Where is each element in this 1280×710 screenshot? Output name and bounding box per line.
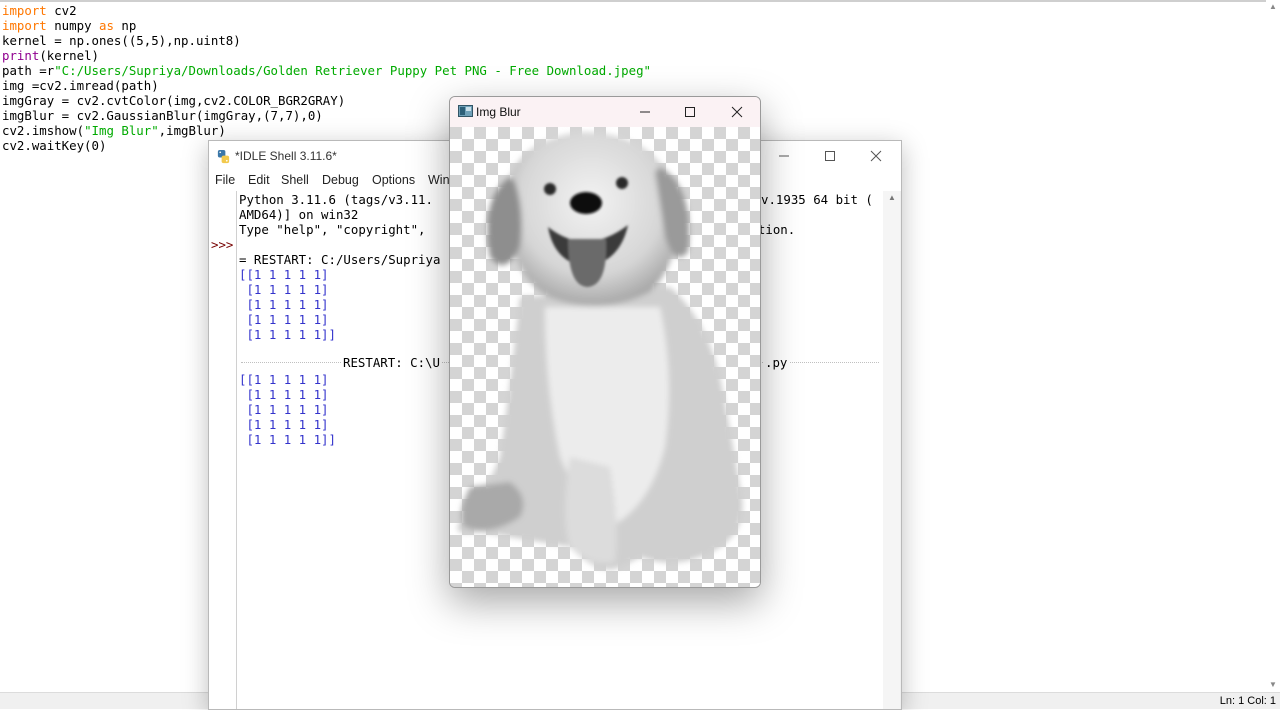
shell-line-text: [1 1 1 1 1] bbox=[239, 297, 329, 312]
code-token: ,imgBlur) bbox=[158, 123, 226, 138]
code-token: np bbox=[113, 18, 137, 33]
shell-prompt-gutter: >>> bbox=[209, 191, 237, 709]
shell-title: *IDLE Shell 3.11.6* bbox=[235, 149, 337, 163]
code-line: kernel = np.ones((5,5),np.uint8) bbox=[2, 33, 651, 48]
restart-line-tail: .py bbox=[763, 355, 790, 370]
maximize-button[interactable] bbox=[667, 97, 713, 127]
code-token: "C:/Users/Supriya/Downloads/Golden Retri… bbox=[54, 63, 652, 78]
code-token: as bbox=[98, 18, 114, 33]
close-icon bbox=[731, 106, 743, 118]
shell-line: Python 3.11.6 (tags/v3.11. v.1935 64 bit … bbox=[239, 192, 873, 207]
code-line: import cv2 bbox=[2, 3, 651, 18]
maximize-button[interactable] bbox=[807, 141, 853, 171]
close-button[interactable] bbox=[853, 141, 899, 171]
scroll-up-arrow-icon[interactable]: ▲ bbox=[888, 193, 896, 202]
code-token: imgGray = cv2.cvtColor(img,cv2.COLOR_BGR… bbox=[2, 93, 346, 108]
menu-edit[interactable]: Edit bbox=[248, 173, 270, 187]
shell-line-text: [[1 1 1 1 1] bbox=[239, 267, 329, 282]
minimize-button[interactable] bbox=[761, 141, 807, 171]
blurred-puppy-image bbox=[450, 127, 760, 587]
close-icon bbox=[870, 150, 882, 162]
shell-line-tail: v.1935 64 bit ( bbox=[761, 192, 873, 207]
shell-line-text: [1 1 1 1 1] bbox=[239, 417, 329, 432]
maximize-icon bbox=[825, 151, 835, 161]
close-button[interactable] bbox=[714, 97, 760, 127]
shell-line: [1 1 1 1 1]] bbox=[239, 432, 440, 447]
code-token: kernel = np.ones((5,5),np.uint8) bbox=[2, 33, 241, 48]
minimize-icon bbox=[779, 155, 789, 157]
menu-file[interactable]: File bbox=[215, 173, 235, 187]
shell-line-text: Python 3.11.6 (tags/v3.11. bbox=[239, 192, 433, 207]
shell-line-text: [1 1 1 1 1] bbox=[239, 312, 329, 327]
shell-line: AMD64)] on win32 bbox=[239, 207, 440, 222]
code-line: print(kernel) bbox=[2, 48, 651, 63]
shell-scrollbar[interactable] bbox=[883, 191, 900, 709]
shell-line-text: [[1 1 1 1 1] bbox=[239, 372, 329, 387]
shell-line-text: [1 1 1 1 1]] bbox=[239, 432, 336, 447]
shell-line: [[1 1 1 1 1] bbox=[239, 372, 440, 387]
code-token: imgBlur = cv2.GaussianBlur(imgGray,(7,7)… bbox=[2, 108, 323, 123]
shell-line: [1 1 1 1 1] bbox=[239, 297, 440, 312]
blur-title: Img Blur bbox=[476, 105, 521, 119]
code-token: cv2 bbox=[46, 3, 77, 18]
code-token: cv2.imshow( bbox=[2, 123, 85, 138]
shell-line-text: [1 1 1 1 1] bbox=[239, 282, 329, 297]
code-token: cv2.waitKey(0) bbox=[2, 138, 107, 153]
shell-line-text: [1 1 1 1 1] bbox=[239, 402, 329, 417]
code-token: print bbox=[2, 48, 40, 63]
code-token: import bbox=[2, 3, 47, 18]
shell-line: [1 1 1 1 1]] bbox=[239, 327, 440, 342]
shell-line: [1 1 1 1 1] bbox=[239, 387, 440, 402]
shell-line: Type "help", "copyright", mation. bbox=[239, 222, 795, 237]
code-token: img =cv2.imread(path) bbox=[2, 78, 159, 93]
restart-line: RESTART: C:\U bbox=[341, 355, 442, 370]
editor-top-border bbox=[0, 0, 1266, 2]
img-blur-window: Img Blur bbox=[449, 96, 761, 588]
shell-prompt: >>> bbox=[211, 237, 234, 252]
shell-line: [[1 1 1 1 1] bbox=[239, 267, 440, 282]
blur-titlebar[interactable]: Img Blur bbox=[450, 97, 760, 127]
code-line: img =cv2.imread(path) bbox=[2, 78, 651, 93]
shell-line-text: [1 1 1 1 1]] bbox=[239, 327, 336, 342]
menu-window[interactable]: Win bbox=[428, 173, 450, 187]
code-token: "Img Blur" bbox=[84, 123, 159, 138]
shell-line: [1 1 1 1 1] bbox=[239, 312, 440, 327]
scroll-down-arrow-icon[interactable]: ▼ bbox=[1269, 680, 1277, 689]
code-line: path =r"C:/Users/Supriya/Downloads/Golde… bbox=[2, 63, 651, 78]
image-window-icon bbox=[458, 105, 473, 117]
cursor-position: Ln: 1 Col: 1 bbox=[1219, 695, 1276, 707]
code-token: (kernel) bbox=[39, 48, 99, 63]
menu-options[interactable]: Options bbox=[372, 173, 415, 187]
minimize-icon bbox=[640, 111, 650, 113]
shell-line: [1 1 1 1 1] bbox=[239, 402, 440, 417]
shell-line-text: Type "help", "copyright", bbox=[239, 222, 426, 237]
minimize-button[interactable] bbox=[622, 97, 668, 127]
menu-shell[interactable]: Shell bbox=[281, 173, 309, 187]
python-icon bbox=[217, 149, 230, 164]
shell-line-text: = RESTART: C:/Users/Supriya bbox=[239, 252, 441, 267]
shell-lines: Python 3.11.6 (tags/v3.11. v.1935 64 bit … bbox=[239, 192, 873, 447]
editor-scrollbar[interactable] bbox=[1266, 0, 1280, 692]
code-token: numpy bbox=[46, 18, 99, 33]
shell-line: = RESTART: C:/Users/Supriya bbox=[239, 252, 440, 267]
code-line: import numpy as np bbox=[2, 18, 651, 33]
maximize-icon bbox=[685, 107, 695, 117]
shell-line: [1 1 1 1 1] bbox=[239, 417, 440, 432]
shell-line-text: [1 1 1 1 1] bbox=[239, 387, 329, 402]
scroll-up-arrow-icon[interactable]: ▲ bbox=[1269, 2, 1277, 11]
code-token: path =r bbox=[2, 63, 55, 78]
shell-line: [1 1 1 1 1] bbox=[239, 282, 440, 297]
code-token: import bbox=[2, 18, 47, 33]
menu-debug[interactable]: Debug bbox=[322, 173, 359, 187]
shell-line-text: AMD64)] on win32 bbox=[239, 207, 359, 222]
